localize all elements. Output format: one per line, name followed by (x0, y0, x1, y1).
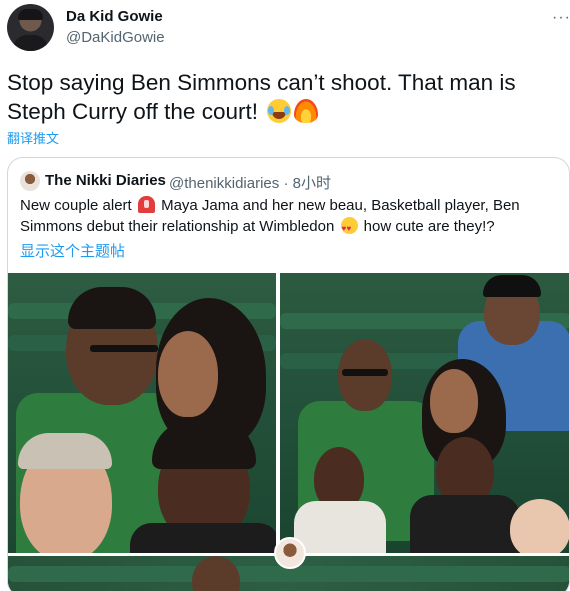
avatar-shirt (13, 35, 48, 51)
avatar-hat (18, 9, 43, 20)
tweet-text: Stop saying Ben Simmons can’t shoot. Tha… (7, 68, 563, 126)
photo-kiss[interactable] (8, 273, 276, 553)
man-hair (68, 287, 156, 329)
bearded-man-cap (483, 275, 541, 297)
author-handle[interactable]: @DaKidGowie (66, 29, 165, 46)
media-divider (276, 273, 280, 553)
quote-author-avatar (20, 171, 40, 191)
woman-front-jacket (410, 495, 520, 553)
quote-text: New couple alert Maya Jama and her new b… (20, 195, 560, 239)
more-icon[interactable]: ··· (552, 9, 570, 27)
translate-tweet-link[interactable]: 翻译推文 (7, 128, 59, 147)
woman-head (158, 331, 218, 417)
spectator-hair (18, 433, 112, 469)
front-spectator-top (294, 501, 386, 553)
quote-author-avatar-overlay (274, 537, 306, 569)
tweet: Da Kid Gowie @DaKidGowie ··· Stop saying… (0, 0, 570, 591)
heart-eyes-emoji (340, 217, 358, 239)
quote-text-part1: New couple alert (20, 197, 132, 214)
show-thread-link[interactable]: 显示这个主题帖 (20, 240, 125, 261)
author-name[interactable]: Da Kid Gowie (66, 8, 163, 25)
face-with-tears-of-joy-emoji (267, 99, 292, 123)
photo-couple-seated[interactable] (280, 273, 569, 553)
smiling-woman-top (130, 523, 276, 553)
quote-author-handle-time: @thenikkidiaries · 8小时 (169, 175, 331, 192)
man-sunglasses (90, 345, 158, 352)
elderly-spectator-head (510, 499, 569, 553)
strip-spectator-head (192, 556, 240, 591)
tweet-text-content: Stop saying Ben Simmons can’t shoot. Tha… (7, 70, 516, 124)
fire-emoji (294, 99, 319, 123)
quote-media-grid[interactable] (8, 273, 569, 591)
author-avatar[interactable] (7, 4, 54, 51)
quoted-tweet[interactable]: The Nikki Diaries @thenikkidiaries · 8小时… (7, 157, 570, 591)
quote-author-name: The Nikki Diaries (45, 172, 166, 189)
maya-head (430, 369, 478, 433)
police-light-emoji (137, 196, 155, 213)
ben-sunglasses (342, 369, 388, 376)
quote-text-part3: how cute are they!? (363, 218, 495, 235)
